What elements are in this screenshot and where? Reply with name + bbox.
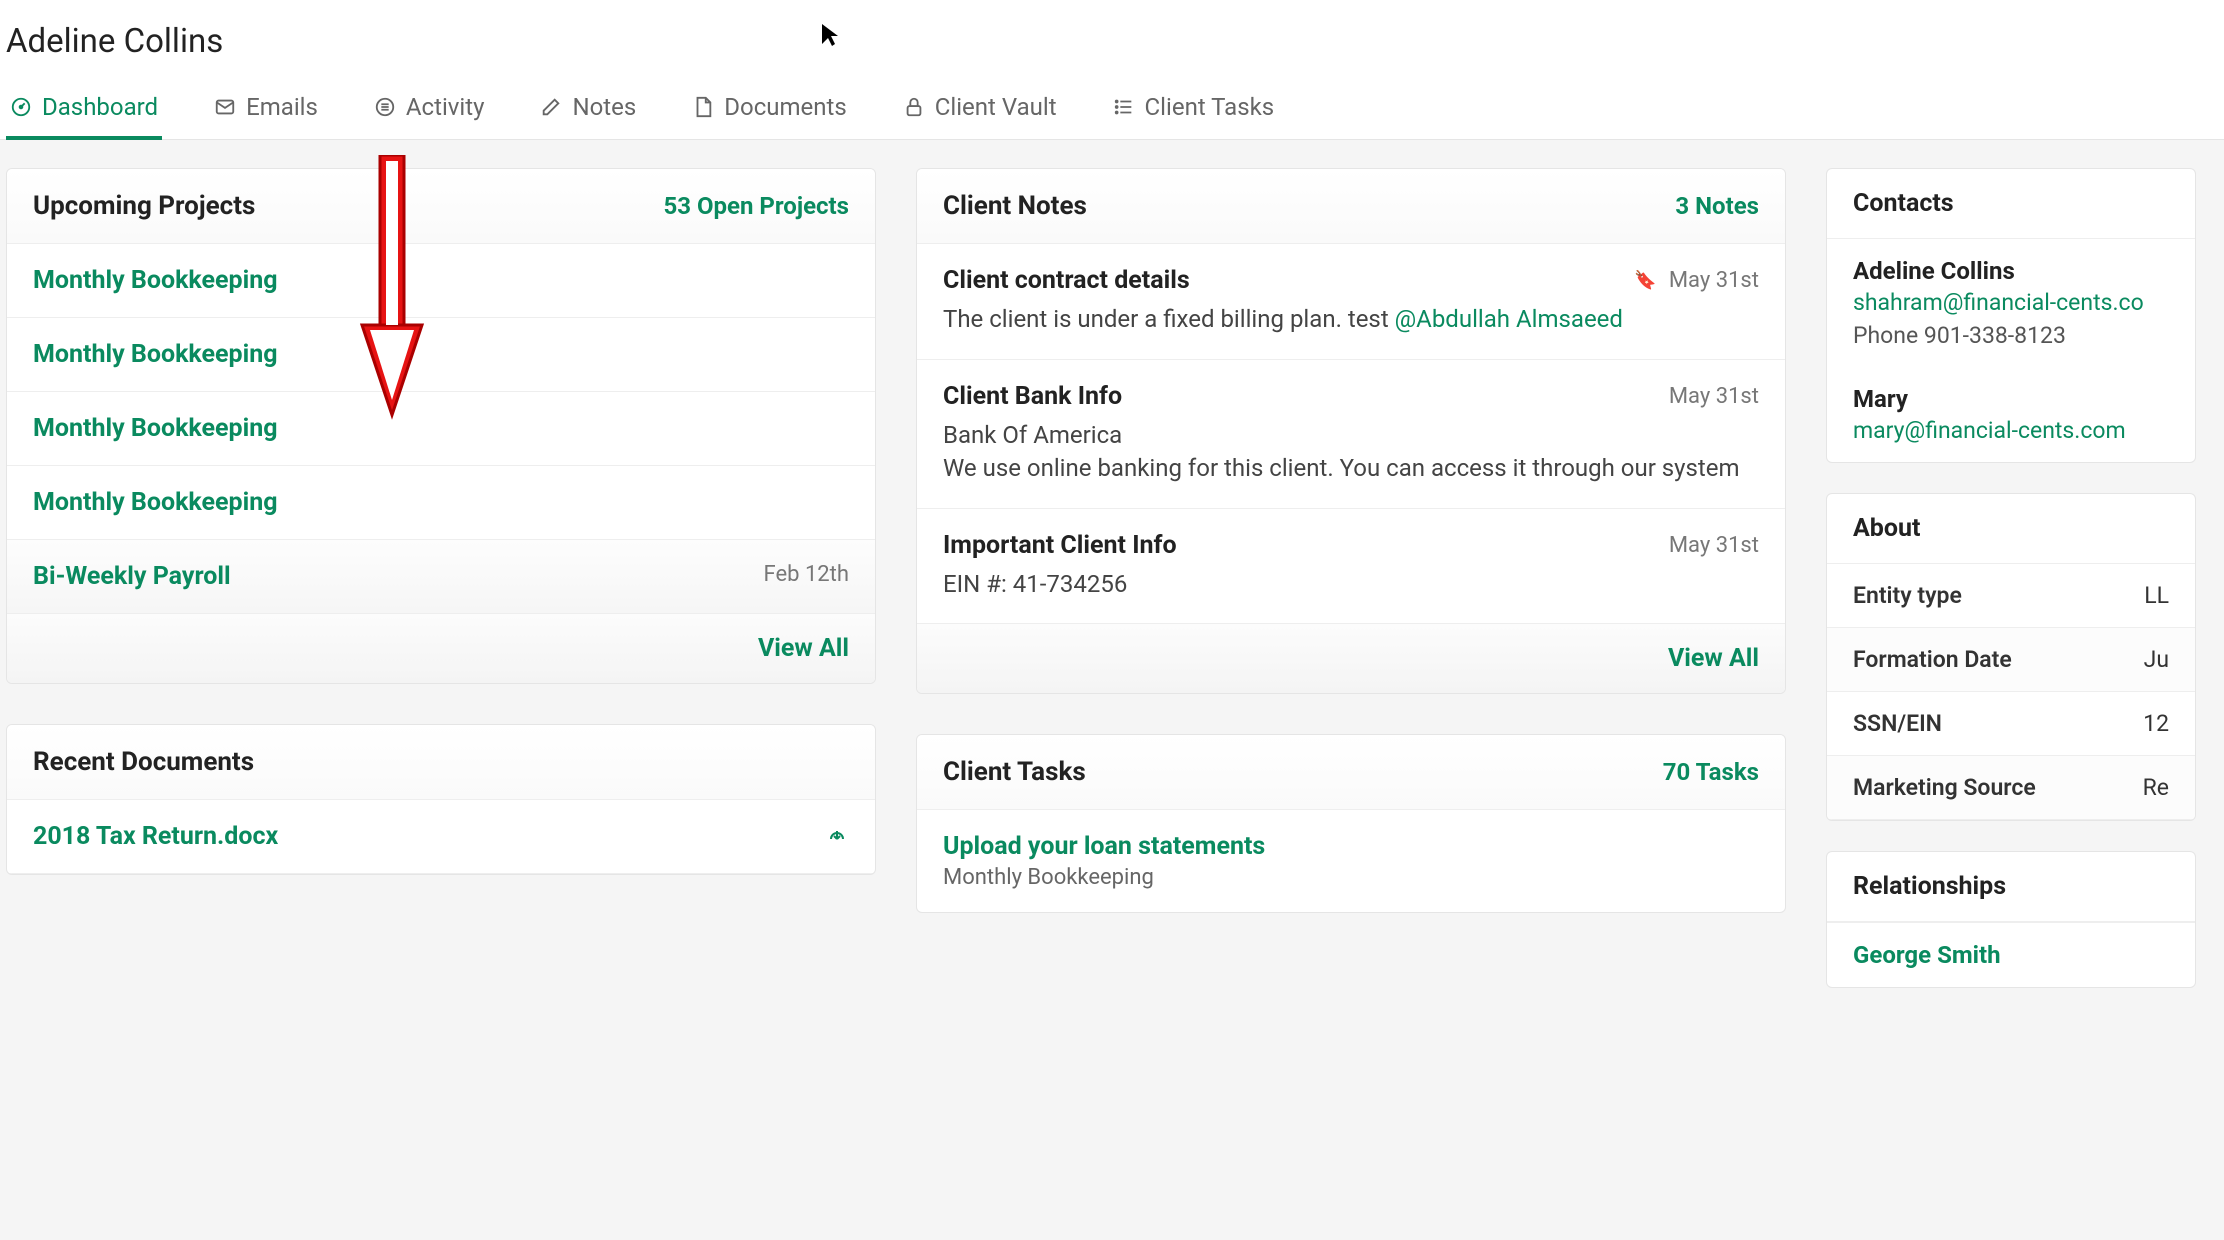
mention[interactable]: @Abdullah Almsaeed	[1395, 305, 1623, 333]
about-row: Formation Date Ju	[1827, 628, 2195, 692]
tab-label: Notes	[572, 93, 636, 121]
tab-label: Emails	[246, 93, 318, 121]
contacts-title: Contacts	[1827, 169, 2195, 239]
contact-phone: Phone 901-338-8123	[1853, 322, 2169, 349]
contact-email[interactable]: mary@financial-cents.com	[1853, 417, 2169, 444]
about-row: Marketing Source Re	[1827, 756, 2195, 820]
project-row[interactable]: Bi-Weekly Payroll Feb 12th	[7, 540, 875, 614]
tab-notes[interactable]: Notes	[536, 79, 640, 139]
note-body: The client is under a fixed billing plan…	[943, 303, 1759, 337]
note-title: Important Client Info	[943, 531, 1177, 560]
about-row: Entity type LL	[1827, 564, 2195, 628]
envelope-icon	[214, 96, 236, 118]
notes-count[interactable]: 3 Notes	[1675, 192, 1759, 220]
note-row[interactable]: Client contract details 🔖 May 31st The c…	[917, 244, 1785, 360]
project-name: Bi-Weekly Payroll	[33, 562, 231, 591]
note-row[interactable]: Important Client Info May 31st EIN #: 41…	[917, 509, 1785, 625]
task-sub: Monthly Bookkeeping	[943, 865, 1759, 890]
lock-icon	[903, 96, 925, 118]
project-row[interactable]: Monthly Bookkeeping	[7, 318, 875, 392]
client-notes-title: Client Notes	[943, 191, 1087, 221]
tab-bar: Dashboard Emails Activity Notes Document…	[0, 79, 2224, 140]
contact-name: Mary	[1853, 385, 2169, 413]
tab-label: Dashboard	[42, 93, 158, 121]
recent-documents-card: Recent Documents 2018 Tax Return.docx	[6, 724, 876, 875]
document-name: 2018 Tax Return.docx	[33, 822, 278, 851]
file-icon	[692, 96, 714, 118]
tab-activity[interactable]: Activity	[370, 79, 489, 139]
about-card: About Entity type LL Formation Date Ju S…	[1826, 493, 2196, 821]
upcoming-projects-card: Upcoming Projects 53 Open Projects Month…	[6, 168, 876, 684]
task-name: Upload your loan statements	[943, 832, 1759, 861]
relationships-title: Relationships	[1827, 852, 2195, 922]
contact-item: Adeline Collins shahram@financial-cents.…	[1827, 239, 2195, 367]
upcoming-projects-title: Upcoming Projects	[33, 191, 255, 221]
about-value: 12	[2143, 710, 2169, 737]
project-row[interactable]: Monthly Bookkeeping	[7, 392, 875, 466]
contact-email[interactable]: shahram@financial-cents.co	[1853, 289, 2169, 316]
tasks-count[interactable]: 70 Tasks	[1663, 758, 1759, 786]
page-title: Adeline Collins	[0, 0, 2224, 79]
project-name: Monthly Bookkeeping	[33, 414, 278, 443]
client-notes-card: Client Notes 3 Notes Client contract det…	[916, 168, 1786, 694]
contact-name: Adeline Collins	[1853, 257, 2169, 285]
list-circle-icon	[374, 96, 396, 118]
tab-documents[interactable]: Documents	[688, 79, 851, 139]
note-row[interactable]: Client Bank Info May 31st Bank Of Americ…	[917, 360, 1785, 509]
document-row[interactable]: 2018 Tax Return.docx	[7, 800, 875, 874]
relationships-card: Relationships George Smith	[1826, 851, 2196, 988]
project-date: Feb 12th	[764, 562, 849, 587]
client-tasks-card: Client Tasks 70 Tasks Upload your loan s…	[916, 734, 1786, 913]
project-name: Monthly Bookkeeping	[33, 266, 278, 295]
note-date: May 31st	[1669, 268, 1759, 293]
tab-dashboard[interactable]: Dashboard	[6, 79, 162, 139]
client-tasks-title: Client Tasks	[943, 757, 1086, 787]
tab-label: Activity	[406, 93, 485, 121]
note-date: May 31st	[1669, 384, 1759, 409]
note-date: May 31st	[1669, 533, 1759, 558]
tab-label: Client Vault	[935, 93, 1057, 121]
task-row[interactable]: Upload your loan statements Monthly Book…	[917, 810, 1785, 912]
open-projects-count[interactable]: 53 Open Projects	[663, 192, 849, 220]
contacts-card: Contacts Adeline Collins shahram@financi…	[1826, 168, 2196, 463]
about-title: About	[1827, 494, 2195, 564]
about-value: Ju	[2144, 646, 2169, 673]
recent-documents-title: Recent Documents	[33, 747, 254, 777]
download-icon[interactable]	[825, 823, 849, 851]
about-value: LL	[2144, 582, 2169, 609]
note-body: Bank Of America We use online banking fo…	[943, 419, 1759, 486]
project-name: Monthly Bookkeeping	[33, 488, 278, 517]
about-label: SSN/EIN	[1853, 710, 1942, 737]
tab-label: Client Tasks	[1145, 93, 1275, 121]
tab-label: Documents	[724, 93, 847, 121]
project-row[interactable]: Monthly Bookkeeping	[7, 466, 875, 540]
contact-item: Mary mary@financial-cents.com	[1827, 367, 2195, 462]
about-row: SSN/EIN 12	[1827, 692, 2195, 756]
note-title: Client Bank Info	[943, 382, 1122, 411]
note-body: EIN #: 41-734256	[943, 568, 1759, 602]
about-label: Marketing Source	[1853, 774, 2036, 801]
about-value: Re	[2143, 774, 2169, 801]
project-name: Monthly Bookkeeping	[33, 340, 278, 369]
tab-client-tasks[interactable]: Client Tasks	[1109, 79, 1279, 139]
note-title: Client contract details	[943, 266, 1190, 295]
projects-view-all[interactable]: View All	[7, 614, 875, 683]
relationship-item[interactable]: George Smith	[1827, 922, 2195, 987]
tab-emails[interactable]: Emails	[210, 79, 322, 139]
edit-icon	[540, 96, 562, 118]
gauge-icon	[10, 96, 32, 118]
project-row[interactable]: Monthly Bookkeeping	[7, 244, 875, 318]
notes-view-all[interactable]: View All	[917, 624, 1785, 693]
about-label: Entity type	[1853, 582, 1962, 609]
content-area: Upcoming Projects 53 Open Projects Month…	[0, 140, 2224, 988]
bookmark-icon: 🔖	[1634, 270, 1656, 291]
tab-client-vault[interactable]: Client Vault	[899, 79, 1061, 139]
about-label: Formation Date	[1853, 646, 2012, 673]
list-icon	[1113, 96, 1135, 118]
